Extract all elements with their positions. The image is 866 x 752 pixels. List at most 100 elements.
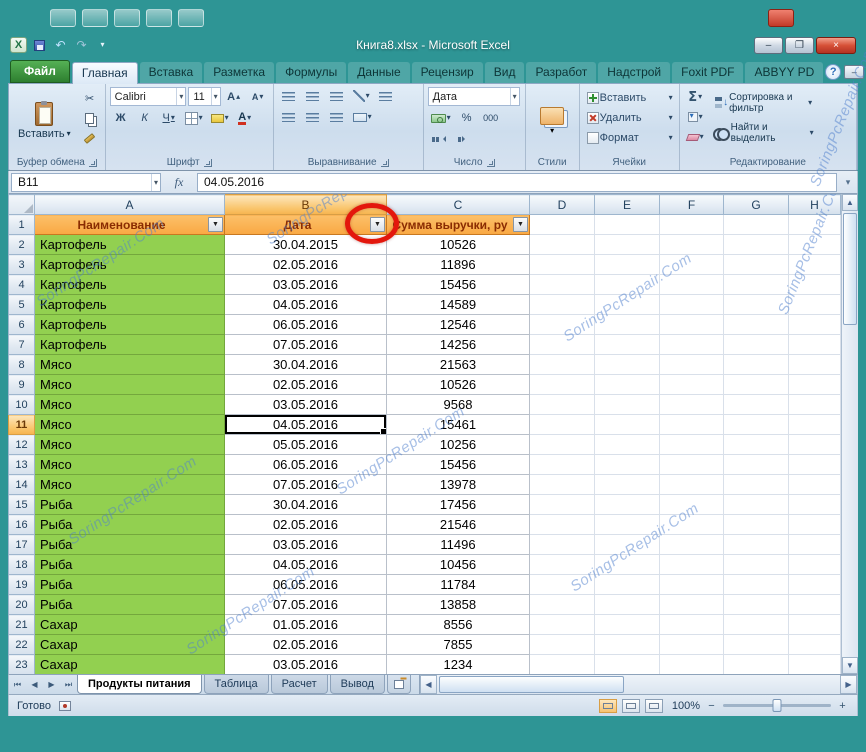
cell-G19[interactable] bbox=[723, 574, 789, 595]
cell-B6[interactable]: 06.05.2016 bbox=[224, 314, 387, 335]
cell-C23[interactable]: 1234 bbox=[386, 654, 530, 674]
cell-C3[interactable]: 11896 bbox=[386, 254, 530, 275]
cell-C10[interactable]: 9568 bbox=[386, 394, 530, 415]
cell-A8[interactable]: Мясо bbox=[34, 354, 225, 375]
cell-B7[interactable]: 07.05.2016 bbox=[224, 334, 387, 355]
cell-E21[interactable] bbox=[594, 614, 660, 635]
vertical-scroll-track[interactable] bbox=[842, 211, 858, 657]
cell-H15[interactable] bbox=[788, 494, 841, 515]
expand-formula-bar-button[interactable]: ▾ bbox=[841, 177, 855, 188]
cell-B15[interactable]: 30.04.2016 bbox=[224, 494, 387, 515]
cell-C11[interactable]: 15461 bbox=[386, 414, 530, 435]
increase-decimal-button[interactable] bbox=[428, 130, 450, 148]
cell-F13[interactable] bbox=[659, 454, 724, 475]
cell-G3[interactable] bbox=[723, 254, 789, 275]
last-sheet-icon[interactable]: ⏭ bbox=[60, 675, 77, 694]
tab-Foxit PDF[interactable]: Foxit PDF bbox=[672, 62, 744, 83]
cell-C17[interactable]: 11496 bbox=[386, 534, 530, 555]
cell-A6[interactable]: Картофель bbox=[34, 314, 225, 335]
row-header-9[interactable]: 9 bbox=[8, 374, 35, 395]
cell-A1-header[interactable]: Наименование ▼ bbox=[34, 214, 225, 235]
cell-G10[interactable] bbox=[723, 394, 789, 415]
insert-cells-button[interactable]: Вставить ▾ bbox=[584, 89, 676, 107]
cell-H21[interactable] bbox=[788, 614, 841, 635]
wrap-text-button[interactable] bbox=[375, 87, 397, 105]
underline-button[interactable]: Ч ▾ bbox=[158, 109, 180, 127]
cell-C15[interactable]: 17456 bbox=[386, 494, 530, 515]
help-button[interactable]: ? bbox=[825, 64, 842, 80]
cell-B3[interactable]: 02.05.2016 bbox=[224, 254, 387, 275]
cell-G1[interactable] bbox=[723, 214, 789, 235]
cell-E22[interactable] bbox=[594, 634, 660, 655]
styles-button[interactable]: ▾ bbox=[535, 87, 569, 155]
cell-G23[interactable] bbox=[723, 654, 789, 674]
cell-D6[interactable] bbox=[529, 314, 595, 335]
outer-toolbar-close-button[interactable] bbox=[768, 9, 794, 27]
cell-D12[interactable] bbox=[529, 434, 595, 455]
cell-E7[interactable] bbox=[594, 334, 660, 355]
delete-cells-button[interactable]: Удалить ▾ bbox=[584, 109, 676, 127]
cell-H6[interactable] bbox=[788, 314, 841, 335]
tab-ABBYY PD[interactable]: ABBYY PD bbox=[745, 62, 824, 83]
align-left-button[interactable] bbox=[278, 108, 300, 126]
font-size-combo[interactable]: 11 ▾ bbox=[188, 87, 221, 106]
cell-B4[interactable]: 03.05.2016 bbox=[224, 274, 387, 295]
tab-Данные[interactable]: Данные bbox=[348, 62, 410, 83]
increase-font-button[interactable]: A ▴ bbox=[223, 88, 245, 106]
close-button[interactable]: × bbox=[816, 36, 856, 54]
cell-A7[interactable]: Картофель bbox=[34, 334, 225, 355]
cell-E14[interactable] bbox=[594, 474, 660, 495]
row-header-19[interactable]: 19 bbox=[8, 574, 35, 595]
row-header-1[interactable]: 1 bbox=[8, 214, 35, 235]
cell-D7[interactable] bbox=[529, 334, 595, 355]
comma-style-button[interactable]: 000 bbox=[480, 109, 502, 127]
outer-toolbar-button-2[interactable] bbox=[82, 9, 108, 27]
cell-B22[interactable]: 02.05.2016 bbox=[224, 634, 387, 655]
cell-D9[interactable] bbox=[529, 374, 595, 395]
excel-app-icon[interactable] bbox=[10, 37, 27, 53]
cell-H7[interactable] bbox=[788, 334, 841, 355]
row-header-2[interactable]: 2 bbox=[8, 234, 35, 255]
cell-C1-header[interactable]: Сумма выручки, ру ▼ bbox=[386, 214, 530, 235]
format-cells-button[interactable]: Формат ▾ bbox=[584, 129, 676, 147]
column-header-G[interactable]: G bbox=[723, 194, 789, 215]
cell-C20[interactable]: 13858 bbox=[386, 594, 530, 615]
cell-G7[interactable] bbox=[723, 334, 789, 355]
cell-D1[interactable] bbox=[529, 214, 595, 235]
cell-G5[interactable] bbox=[723, 294, 789, 315]
cell-F12[interactable] bbox=[659, 434, 724, 455]
page-break-view-button[interactable] bbox=[645, 698, 663, 713]
cell-A18[interactable]: Рыба bbox=[34, 554, 225, 575]
cell-C9[interactable]: 10526 bbox=[386, 374, 530, 395]
cell-G13[interactable] bbox=[723, 454, 789, 475]
cell-C12[interactable]: 10256 bbox=[386, 434, 530, 455]
cell-H18[interactable] bbox=[788, 554, 841, 575]
cell-F14[interactable] bbox=[659, 474, 724, 495]
cell-A15[interactable]: Рыба bbox=[34, 494, 225, 515]
cell-E12[interactable] bbox=[594, 434, 660, 455]
cell-H23[interactable] bbox=[788, 654, 841, 674]
horizontal-scrollbar[interactable]: ◀ ▶ bbox=[418, 675, 857, 694]
vertical-scrollbar[interactable]: ▲ ▼ bbox=[841, 194, 858, 674]
cell-F23[interactable] bbox=[659, 654, 724, 674]
clear-button[interactable]: ▾ bbox=[684, 128, 707, 146]
cell-F18[interactable] bbox=[659, 554, 724, 575]
cell-D13[interactable] bbox=[529, 454, 595, 475]
cell-D3[interactable] bbox=[529, 254, 595, 275]
maximize-button[interactable]: ❐ bbox=[785, 36, 814, 54]
cell-H5[interactable] bbox=[788, 294, 841, 315]
dialog-launcher-icon[interactable] bbox=[88, 158, 97, 167]
first-sheet-icon[interactable]: ⏮ bbox=[9, 675, 26, 694]
cell-E5[interactable] bbox=[594, 294, 660, 315]
cell-E16[interactable] bbox=[594, 514, 660, 535]
cell-H3[interactable] bbox=[788, 254, 841, 275]
cell-B19[interactable]: 06.05.2016 bbox=[224, 574, 387, 595]
row-header-20[interactable]: 20 bbox=[8, 594, 35, 615]
format-painter-button[interactable] bbox=[79, 129, 101, 147]
cell-A23[interactable]: Сахар bbox=[34, 654, 225, 674]
cell-H2[interactable] bbox=[788, 234, 841, 255]
cell-B12[interactable]: 05.05.2016 bbox=[224, 434, 387, 455]
decrease-decimal-button[interactable] bbox=[452, 130, 474, 148]
bold-button[interactable]: Ж bbox=[110, 109, 132, 127]
cell-A21[interactable]: Сахар bbox=[34, 614, 225, 635]
